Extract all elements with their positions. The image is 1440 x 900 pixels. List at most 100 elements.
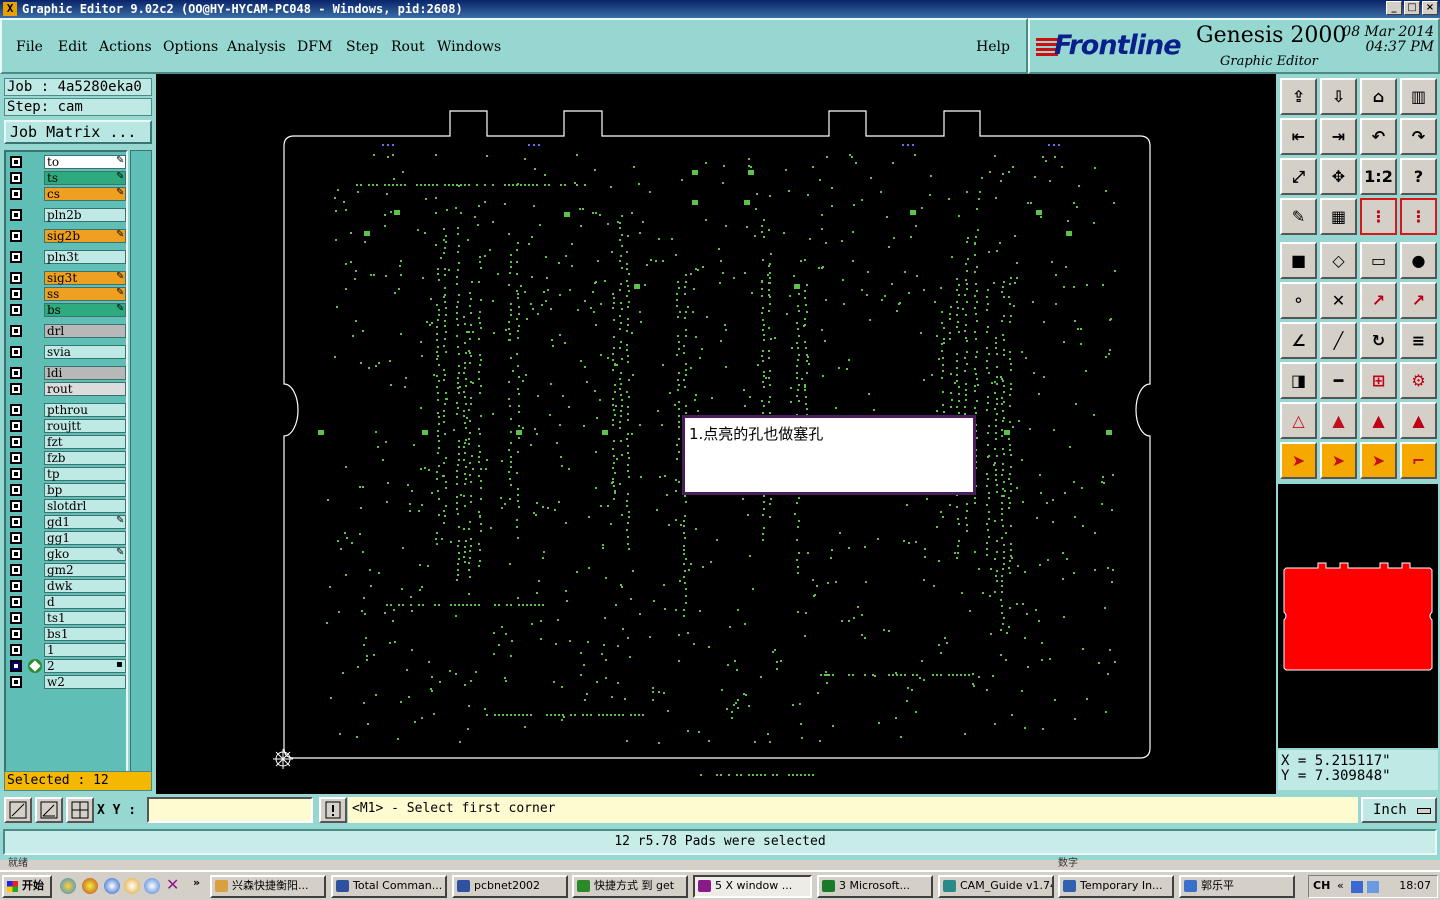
layer-display-checkbox[interactable]	[10, 628, 22, 640]
layer-display-checkbox[interactable]	[10, 548, 22, 560]
layer-name[interactable]: fzt	[44, 435, 126, 449]
layer-name[interactable]: gko	[44, 547, 126, 561]
taskbar-task[interactable]: 快捷方式 到 get	[572, 875, 688, 898]
taskbar-task[interactable]: 兴森快捷衡阳...	[210, 875, 326, 898]
help-button[interactable]: ?	[1400, 158, 1437, 195]
grid-toggle-button[interactable]: ▦	[1320, 198, 1357, 235]
start-button[interactable]: 开始	[2, 875, 52, 898]
layer-row-gko[interactable]: gko ✎	[8, 547, 126, 561]
layer-display-checkbox[interactable]	[10, 404, 22, 416]
layer-row-ss[interactable]: ss ✎	[8, 287, 126, 301]
layer-display-checkbox[interactable]	[10, 452, 22, 464]
taskbar-task[interactable]: 5 X window ...	[693, 875, 812, 898]
layer-name[interactable]: ts1	[44, 611, 126, 625]
ruler-button[interactable]: ▭	[1360, 242, 1397, 279]
layer-row-drl[interactable]: drl	[8, 324, 126, 338]
layer-display-checkbox[interactable]	[10, 188, 22, 200]
layer-row-to[interactable]: to ✎	[8, 155, 126, 169]
redo-button[interactable]: ↷	[1400, 118, 1437, 155]
layer-row-1[interactable]: 1	[8, 643, 126, 657]
ime-indicator[interactable]: CH	[1313, 879, 1330, 892]
layer-display-checkbox[interactable]	[10, 436, 22, 448]
zoom-center-button[interactable]: ✥	[1320, 158, 1357, 195]
layer-display-checkbox[interactable]	[10, 468, 22, 480]
layer-row-ts[interactable]: ts ✎	[8, 171, 126, 185]
layer-row-2[interactable]: 2 ▪	[8, 659, 126, 673]
work-layer-icon[interactable]	[28, 659, 42, 673]
layer-display-checkbox[interactable]	[10, 676, 22, 688]
maximize-button[interactable]: □	[1404, 1, 1420, 15]
menu-dfm[interactable]: DFM	[297, 39, 332, 55]
layer-name[interactable]: bp	[44, 483, 126, 497]
menu-edit[interactable]: Edit	[58, 39, 87, 55]
layer-row-fzb[interactable]: fzb	[8, 451, 126, 465]
minimize-button[interactable]: _	[1386, 1, 1402, 15]
dimension-button[interactable]: ⊞	[1360, 362, 1397, 399]
network-icon[interactable]	[1351, 881, 1363, 893]
folder-quicklaunch-icon[interactable]	[82, 878, 98, 894]
pointer-warn-button[interactable]: ➤	[1360, 442, 1397, 479]
layer-display-checkbox[interactable]	[10, 251, 22, 263]
layer-name[interactable]: dwk	[44, 579, 126, 593]
layer-name[interactable]: ts	[44, 171, 126, 185]
connect-button[interactable]: ↗	[1360, 282, 1397, 319]
layer-row-bs[interactable]: bs ✎	[8, 303, 126, 317]
info-button[interactable]	[319, 797, 347, 823]
layer-name[interactable]: bs	[44, 303, 126, 317]
browser-quicklaunch-icon[interactable]	[144, 878, 160, 894]
unit-selector[interactable]: Inch	[1361, 797, 1437, 823]
layer-name[interactable]: pthrou	[44, 403, 126, 417]
circle-select-button[interactable]: ●	[1400, 242, 1437, 279]
layer-row-tp[interactable]: tp	[8, 467, 126, 481]
move-left-button[interactable]: ⇤	[1280, 118, 1317, 155]
layer-name[interactable]: pln3t	[44, 250, 126, 264]
menu-windows[interactable]: Windows	[437, 39, 501, 55]
layer-row-pln3t[interactable]: pln3t	[8, 250, 126, 264]
layer-name[interactable]: rout	[44, 382, 126, 396]
layer-name[interactable]: 1	[44, 643, 126, 657]
layer-display-checkbox[interactable]	[10, 383, 22, 395]
layer-row-pthrou[interactable]: pthrou	[8, 403, 126, 417]
layer-row-d[interactable]: d	[8, 595, 126, 609]
layer-name[interactable]: sig3t	[44, 271, 126, 285]
layer-name[interactable]: to	[44, 155, 126, 169]
layer-display-checkbox[interactable]	[10, 644, 22, 656]
menu-analysis[interactable]: Analysis	[227, 39, 286, 55]
layer-display-checkbox[interactable]	[10, 367, 22, 379]
pad-button[interactable]: ■	[1280, 242, 1317, 279]
desktop-quicklaunch-icon[interactable]	[60, 878, 76, 894]
layer-compare-button[interactable]: ⋮	[1400, 198, 1437, 235]
measure-mode-button[interactable]	[35, 797, 63, 823]
pointer-box-button[interactable]: ➤	[1320, 442, 1357, 479]
layer-name[interactable]: gm2	[44, 563, 126, 577]
layer-row-rout[interactable]: rout	[8, 382, 126, 396]
menu-file[interactable]: File	[16, 39, 43, 55]
layer-display-checkbox[interactable]	[10, 209, 22, 221]
layer-name[interactable]: 2	[44, 659, 126, 673]
line-button[interactable]: ╱	[1320, 322, 1357, 359]
snap-button[interactable]: ↗	[1400, 282, 1437, 319]
triangle-cross-button[interactable]: ▲	[1400, 402, 1437, 439]
layer-features-button[interactable]: ⋮	[1360, 198, 1397, 235]
move-right-button[interactable]: ⇥	[1320, 118, 1357, 155]
zoom-fit-button[interactable]: ⤢	[1280, 158, 1317, 195]
snap-mode-button[interactable]	[4, 797, 32, 823]
cut-line-button[interactable]: ━	[1320, 362, 1357, 399]
open-button[interactable]: ⇪	[1280, 78, 1317, 115]
layer-name[interactable]: d	[44, 595, 126, 609]
layer-row-cs[interactable]: cs ✎	[8, 187, 126, 201]
drawing-button[interactable]: ◇	[1320, 242, 1357, 279]
layer-name[interactable]: pln2b	[44, 208, 126, 222]
more-quicklaunch-icon[interactable]: »	[193, 876, 200, 889]
layer-row-bs1[interactable]: bs1	[8, 627, 126, 641]
clock-quicklaunch-icon[interactable]	[124, 878, 140, 894]
save-button[interactable]: ⇩	[1320, 78, 1357, 115]
layer-row-dwk[interactable]: dwk	[8, 579, 126, 593]
cross-button[interactable]: ✕	[1320, 282, 1357, 319]
board-overview[interactable]	[1278, 556, 1438, 676]
layer-display-checkbox[interactable]	[10, 325, 22, 337]
layer-display-checkbox[interactable]	[10, 564, 22, 576]
tray-expand-icon[interactable]: «	[1337, 879, 1344, 892]
menu-options[interactable]: Options	[163, 39, 218, 55]
layer-row-ldi[interactable]: ldi	[8, 366, 126, 380]
